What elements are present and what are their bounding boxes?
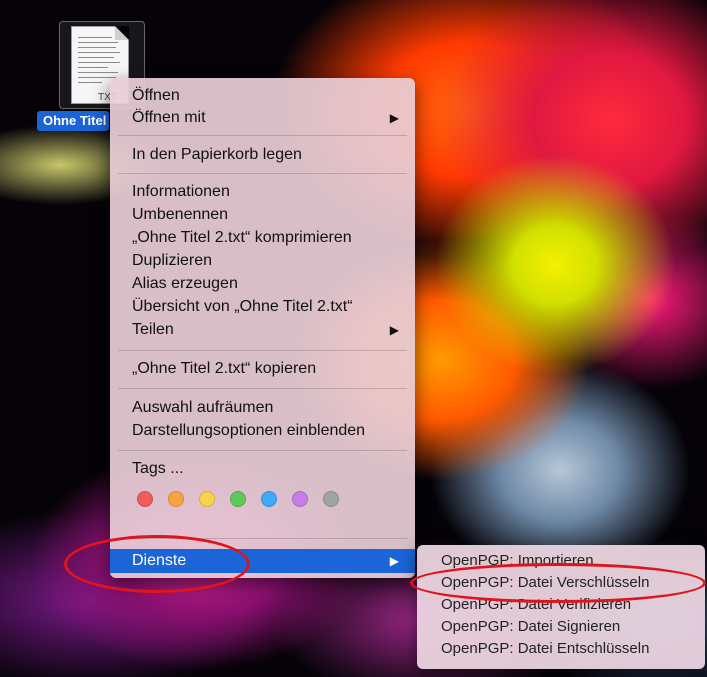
submenu-item-openpgp-decrypt[interactable]: OpenPGP: Datei Entschlüsseln	[417, 638, 705, 660]
menu-separator	[118, 450, 407, 451]
desktop-background: TXT Ohne Titel 2.txt Öffnen Öffnen mit ▶…	[0, 0, 707, 677]
file-name-label[interactable]: Ohne Titel 2.txt	[37, 111, 109, 131]
menu-item-services[interactable]: Dienste ▶	[110, 549, 415, 573]
tag-purple-dot-icon[interactable]	[292, 491, 308, 507]
menu-item-rename[interactable]: Umbenennen	[110, 204, 415, 226]
menu-item-duplicate[interactable]: Duplizieren	[110, 250, 415, 272]
menu-item-make-alias[interactable]: Alias erzeugen	[110, 273, 415, 295]
tag-gray-dot-icon[interactable]	[323, 491, 339, 507]
menu-item-quick-look[interactable]: Übersicht von „Ohne Titel 2.txt“	[110, 296, 415, 318]
tag-yellow-dot-icon[interactable]	[199, 491, 215, 507]
submenu-arrow-icon: ▶	[389, 554, 399, 568]
menu-item-copy[interactable]: „Ohne Titel 2.txt“ kopieren	[110, 358, 415, 380]
submenu-item-openpgp-sign[interactable]: OpenPGP: Datei Signieren	[417, 616, 705, 638]
tag-red-dot-icon[interactable]	[137, 491, 153, 507]
menu-item-move-to-trash[interactable]: In den Papierkorb legen	[110, 144, 415, 166]
menu-separator	[118, 538, 407, 539]
tag-color-row	[137, 491, 339, 507]
menu-item-open[interactable]: Öffnen	[110, 85, 415, 107]
menu-item-show-view-options[interactable]: Darstellungsoptionen einblenden	[110, 420, 415, 442]
menu-separator	[118, 388, 407, 389]
menu-item-get-info[interactable]: Informationen	[110, 181, 415, 203]
submenu-item-openpgp-verify[interactable]: OpenPGP: Datei Verifizieren	[417, 594, 705, 616]
menu-item-open-with[interactable]: Öffnen mit ▶	[110, 107, 415, 129]
menu-separator	[118, 135, 407, 136]
menu-separator	[118, 173, 407, 174]
submenu-arrow-icon: ▶	[389, 323, 399, 337]
menu-item-compress[interactable]: „Ohne Titel 2.txt“ komprimieren	[110, 227, 415, 249]
menu-item-clean-up-selection[interactable]: Auswahl aufräumen	[110, 397, 415, 419]
menu-item-share[interactable]: Teilen ▶	[110, 319, 415, 341]
services-submenu: OpenPGP: Importieren OpenPGP: Datei Vers…	[417, 545, 705, 669]
menu-separator	[118, 350, 407, 351]
context-menu: Öffnen Öffnen mit ▶ In den Papierkorb le…	[110, 78, 415, 578]
menu-item-tags[interactable]: Tags ...	[110, 458, 415, 480]
tag-orange-dot-icon[interactable]	[168, 491, 184, 507]
submenu-item-openpgp-import[interactable]: OpenPGP: Importieren	[417, 550, 705, 572]
submenu-item-openpgp-encrypt[interactable]: OpenPGP: Datei Verschlüsseln	[417, 572, 705, 594]
submenu-arrow-icon: ▶	[389, 111, 399, 125]
tag-blue-dot-icon[interactable]	[261, 491, 277, 507]
tag-green-dot-icon[interactable]	[230, 491, 246, 507]
